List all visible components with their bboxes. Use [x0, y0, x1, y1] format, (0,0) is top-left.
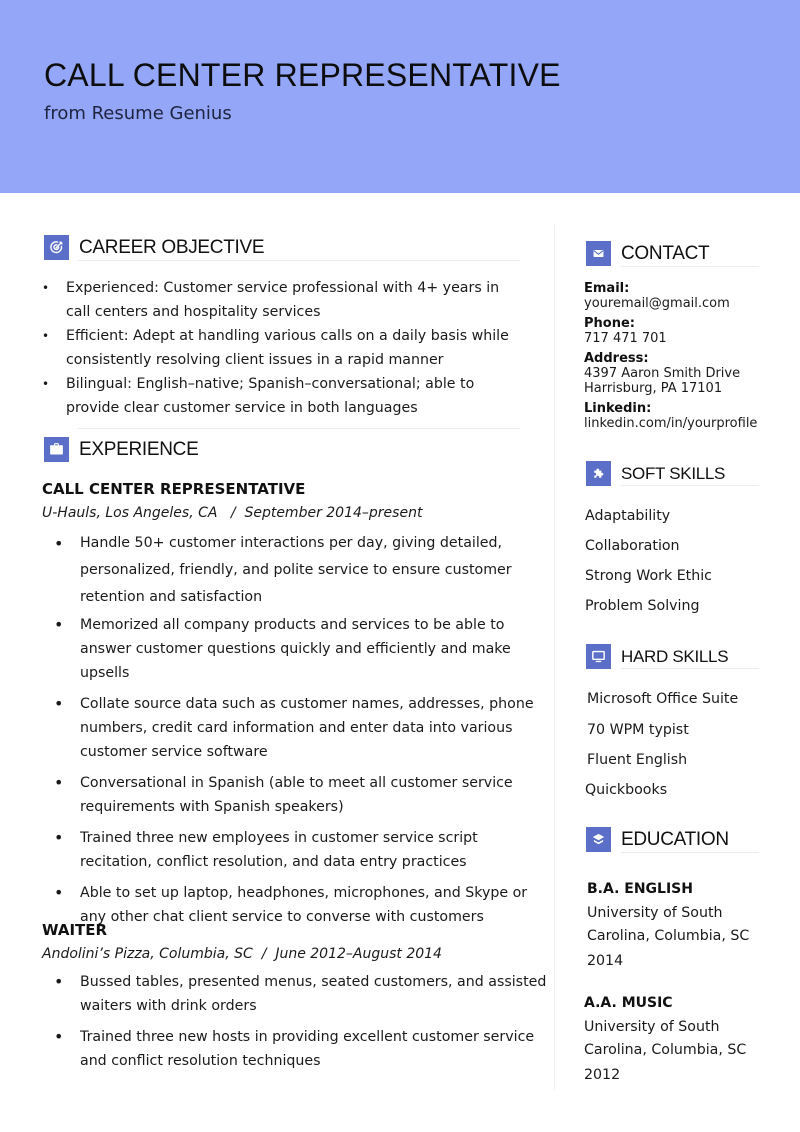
section-title: CAREER OBJECTIVE: [79, 236, 265, 258]
school-line: University of South: [584, 1019, 720, 1035]
list-item: Problem Solving: [585, 598, 700, 614]
list-item: Bussed tables, presented menus, seated c…: [42, 970, 548, 1018]
column-divider: [554, 225, 555, 1090]
address-line: Harrisburg, PA 17101: [584, 381, 723, 396]
contact-label: Phone:: [584, 316, 635, 331]
puzzle-icon: [586, 461, 611, 486]
job-title: WAITER: [42, 921, 108, 939]
resume-title: CALL CENTER REPRESENTATIVE: [44, 57, 561, 93]
section-underline: [621, 668, 759, 669]
contact-address: Address: 4397 Aaron Smith Drive Harrisbu…: [584, 351, 784, 397]
section-underline: [621, 266, 759, 267]
education-item: A.A. MUSIC University of South Carolina,…: [584, 995, 784, 1083]
list-item: Collate source data such as customer nam…: [42, 692, 548, 764]
list-item: Quickbooks: [585, 782, 668, 798]
school-line: University of South: [587, 905, 723, 921]
section-title: EDUCATION: [621, 828, 729, 850]
contact-email: Email: youremail@gmail.com: [584, 281, 784, 312]
section-underline: [621, 485, 759, 486]
monitor-icon: [586, 644, 611, 669]
section-title: CONTACT: [621, 242, 710, 264]
linkedin-link[interactable]: linkedin.com/in/yourprofile: [584, 416, 784, 431]
list-item: Memorized all company products and servi…: [42, 613, 548, 685]
address-line: 4397 Aaron Smith Drive: [584, 366, 741, 381]
list-item: Trained three new employees in customer …: [42, 826, 548, 874]
section-header-hard-skills: HARD SKILLS: [586, 644, 729, 669]
contact-linkedin: Linkedin: linkedin.com/in/yourprofile: [584, 401, 784, 432]
list-item: Bilingual: English–native; Spanish–conve…: [42, 372, 522, 420]
email-value[interactable]: youremail@gmail.com: [584, 296, 784, 311]
list-item: Conversational in Spanish (able to meet …: [42, 771, 548, 819]
degree: B.A. ENGLISH: [587, 881, 693, 897]
job-meta: U-Hauls, Los Angeles, CA / September 201…: [42, 505, 423, 521]
graduation-cap-icon: [586, 827, 611, 852]
hard-skills-list: Microsoft Office Suite 70 WPM typist Flu…: [585, 684, 739, 806]
contact-info: Email: youremail@gmail.com Phone: 717 47…: [584, 282, 784, 437]
section-title: SOFT SKILLS: [621, 463, 726, 483]
list-item: Trained three new hosts in providing exc…: [42, 1025, 548, 1073]
envelope-icon: [586, 241, 611, 266]
resume-header: CALL CENTER REPRESENTATIVE from Resume G…: [0, 0, 800, 193]
list-item: Able to set up laptop, headphones, micro…: [42, 881, 548, 929]
job-meta: Andolini’s Pizza, Columbia, SC / June 20…: [42, 946, 442, 962]
section-header-experience: EXPERIENCE: [44, 437, 199, 462]
briefcase-icon: [44, 437, 69, 462]
resume-subtitle: from Resume Genius: [44, 103, 232, 124]
graduation-year: 2012: [584, 1067, 621, 1083]
section-title: EXPERIENCE: [79, 438, 199, 460]
section-underline: [78, 428, 520, 429]
job-bullets: Bussed tables, presented menus, seated c…: [42, 970, 548, 1080]
section-underline: [621, 852, 759, 853]
soft-skills-list: Adaptability Collaboration Strong Work E…: [585, 501, 712, 621]
contact-label: Linkedin:: [584, 401, 652, 416]
school-line: Carolina, Columbia, SC: [587, 928, 750, 944]
section-title: HARD SKILLS: [621, 646, 729, 666]
list-item: Microsoft Office Suite: [587, 691, 739, 707]
list-item: 70 WPM typist: [587, 722, 689, 738]
section-underline: [78, 260, 520, 261]
graduation-year: 2014: [587, 953, 624, 969]
contact-phone: Phone: 717 471 701: [584, 316, 784, 347]
career-objective-list: Experienced: Customer service profession…: [42, 276, 522, 420]
degree: A.A. MUSIC: [584, 995, 673, 1011]
section-header-education: EDUCATION: [586, 827, 729, 852]
phone-value: 717 471 701: [584, 331, 667, 346]
section-header-career-objective: CAREER OBJECTIVE: [44, 235, 265, 260]
section-header-soft-skills: SOFT SKILLS: [586, 461, 725, 486]
section-header-contact: CONTACT: [586, 241, 710, 266]
target-icon: [44, 235, 69, 260]
job-title: CALL CENTER REPRESENTATIVE: [42, 480, 306, 498]
school-line: Carolina, Columbia, SC: [584, 1042, 747, 1058]
list-item: Fluent English: [587, 752, 688, 768]
list-item: Efficient: Adept at handling various cal…: [42, 324, 522, 372]
list-item: Adaptability: [585, 508, 671, 524]
list-item: Experienced: Customer service profession…: [42, 276, 522, 324]
list-item: Handle 50+ customer interactions per day…: [42, 530, 548, 611]
education-item: B.A. ENGLISH University of South Carolin…: [587, 881, 787, 969]
list-item: Strong Work Ethic: [585, 568, 712, 584]
contact-label: Address:: [584, 351, 649, 366]
contact-label: Email:: [584, 281, 630, 296]
job-bullets: Handle 50+ customer interactions per day…: [42, 530, 548, 936]
list-item: Collaboration: [585, 538, 680, 554]
